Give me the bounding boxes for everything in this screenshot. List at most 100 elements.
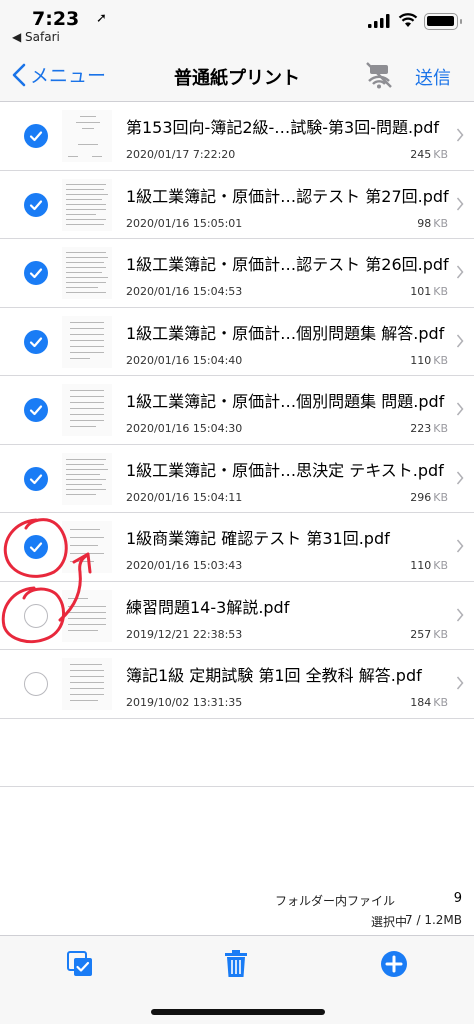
chevron-right-icon[interactable] — [456, 539, 464, 553]
file-size: 257 KB — [410, 628, 448, 641]
file-name: 1級商業簿記 確認テスト 第31回.pdf — [126, 529, 390, 548]
pdf-thumbnail — [62, 315, 112, 368]
location-icon: ➚ — [96, 11, 107, 26]
checkbox-selected[interactable] — [24, 124, 48, 148]
file-size-value: 245 — [410, 148, 432, 161]
send-button[interactable]: 送信 — [415, 64, 451, 90]
status-time: 7:23 — [32, 8, 80, 30]
file-name: 1級工業簿記・原価計…認テスト 第26回.pdf — [126, 255, 449, 274]
checkmark-icon — [29, 131, 43, 142]
pdf-thumbnail — [62, 521, 112, 573]
file-size: 223 KB — [410, 422, 448, 435]
file-date: 2019/10/02 13:31:35 — [126, 696, 243, 709]
add-icon[interactable] — [380, 950, 408, 978]
folder-files-label: フォルダー内ファイル — [274, 894, 395, 908]
file-size: 101 KB — [410, 285, 448, 298]
checkbox-selected[interactable] — [24, 466, 48, 491]
checkmark-icon — [29, 542, 43, 553]
pdf-thumbnail — [62, 589, 112, 642]
checkmark-icon — [29, 405, 43, 416]
pdf-thumbnail — [62, 452, 112, 505]
page-title: 普通紙プリント — [174, 68, 300, 89]
file-size-value: 110 — [410, 353, 432, 367]
file-date: 2020/01/16 15:04:30 — [126, 422, 243, 435]
checkbox-selected[interactable] — [24, 329, 48, 354]
file-size: 98 KB — [417, 217, 448, 230]
file-name: 1級工業簿記・原価計…個別問題集 解答.pdf — [126, 323, 445, 343]
checkbox-selected[interactable] — [24, 261, 48, 285]
file-name: 1級工業簿記・原価計…認テスト 第27回.pdf — [126, 186, 449, 206]
file-row[interactable]: 1級工業簿記・原価計…思決定 テキスト.pdf 2020/01/16 15:04… — [0, 445, 474, 513]
pdf-thumbnail — [62, 658, 112, 710]
chevron-right-icon[interactable] — [456, 608, 464, 622]
file-size-value: 101 — [410, 285, 432, 298]
file-row[interactable]: 第153回向-簿記2級-…試験-第3回-問題.pdf 2020/01/17 7:… — [0, 102, 474, 171]
file-date: 2020/01/17 7:22:20 — [126, 148, 236, 161]
checkmark-icon — [29, 473, 43, 484]
back-to-app-link[interactable]: ◀ Safari — [12, 30, 60, 44]
checkbox-selected[interactable] — [24, 535, 48, 559]
chevron-right-icon[interactable] — [456, 128, 464, 142]
file-size-value: 98 — [417, 216, 432, 230]
file-size-unit: KB — [433, 559, 448, 572]
file-size-value: 184 — [410, 696, 432, 709]
trash-icon[interactable] — [224, 950, 248, 978]
chevron-right-icon[interactable] — [456, 334, 464, 348]
file-row[interactable]: 1級商業簿記 確認テスト 第31回.pdf 2020/01/16 15:03:4… — [0, 513, 474, 582]
file-date: 2020/01/16 15:04:53 — [126, 285, 243, 298]
file-size-value: 296 — [410, 490, 432, 504]
file-name: 1級工業簿記・原価計…個別問題集 問題.pdf — [126, 392, 445, 411]
file-name: 1級工業簿記・原価計…思決定 テキスト.pdf — [126, 460, 444, 480]
file-size-unit: KB — [433, 148, 448, 161]
checkbox-selected[interactable] — [24, 398, 48, 422]
file-row[interactable]: 1級工業簿記・原価計…認テスト 第27回.pdf 2020/01/16 15:0… — [0, 171, 474, 239]
file-name: 練習問題14-3解説.pdf — [126, 597, 290, 617]
folder-summary: フォルダー内ファイル 9 選択中 7 / 1.2MB — [0, 880, 474, 935]
file-row[interactable]: 1級工業簿記・原価計…認テスト 第26回.pdf 2020/01/16 15:0… — [0, 239, 474, 308]
file-size-value: 110 — [410, 559, 432, 572]
file-size-unit: KB — [433, 353, 448, 367]
file-size-value: 223 — [410, 422, 432, 435]
checkbox-unselected[interactable] — [24, 672, 48, 696]
file-size: 245 KB — [410, 148, 448, 161]
file-size-unit: KB — [433, 696, 448, 709]
file-date: 2020/01/16 15:05:01 — [126, 216, 243, 230]
checkbox-unselected[interactable] — [24, 603, 48, 628]
checkbox-selected[interactable] — [24, 192, 48, 217]
folder-files-count: 9 — [453, 891, 462, 906]
file-date: 2020/01/16 15:03:43 — [126, 559, 243, 572]
file-list: 第153回向-簿記2級-…試験-第3回-問題.pdf 2020/01/17 7:… — [0, 102, 474, 787]
file-size-unit: KB — [433, 216, 448, 230]
file-row[interactable]: 練習問題14-3解説.pdf 2019/12/21 22:38:53 257 KB — [0, 582, 474, 650]
file-size: 110 KB — [410, 354, 448, 367]
file-date: 2019/12/21 22:38:53 — [126, 627, 243, 641]
file-name: 第153回向-簿記2級-…試験-第3回-問題.pdf — [126, 118, 440, 137]
selected-label: 選択中 — [370, 915, 407, 929]
chevron-left-icon — [12, 63, 26, 86]
pdf-thumbnail — [62, 247, 112, 299]
chevron-right-icon[interactable] — [456, 676, 464, 690]
checkmark-icon — [29, 336, 43, 347]
status-bar: 7:23 ➚ ◀ Safari — [0, 0, 474, 50]
file-row[interactable]: 1級工業簿記・原価計…個別問題集 問題.pdf 2020/01/16 15:04… — [0, 376, 474, 445]
selected-value: 7 / 1.2MB — [405, 913, 462, 927]
file-row[interactable]: 簿記1級 定期試験 第1回 全教科 解答.pdf 2019/10/02 13:3… — [0, 650, 474, 719]
file-name: 簿記1級 定期試験 第1回 全教科 解答.pdf — [126, 666, 422, 685]
chevron-right-icon[interactable] — [456, 402, 464, 416]
file-size-unit: KB — [433, 627, 448, 641]
chevron-right-icon[interactable] — [456, 265, 464, 279]
printer-offline-icon[interactable] — [364, 61, 394, 89]
file-size-unit: KB — [433, 422, 448, 435]
file-size-unit: KB — [433, 285, 448, 298]
pdf-thumbnail — [62, 110, 112, 162]
file-size: 110 KB — [410, 559, 448, 572]
back-button[interactable]: メニュー — [12, 61, 106, 88]
cellular-signal-icon — [368, 14, 390, 28]
chevron-right-icon[interactable] — [456, 197, 464, 211]
file-size-unit: KB — [433, 490, 448, 504]
chevron-right-icon[interactable] — [456, 471, 464, 485]
checkmark-icon — [29, 199, 43, 210]
file-date: 2020/01/16 15:04:40 — [126, 353, 243, 367]
select-all-icon[interactable] — [66, 950, 94, 978]
file-row[interactable]: 1級工業簿記・原価計…個別問題集 解答.pdf 2020/01/16 15:04… — [0, 308, 474, 376]
